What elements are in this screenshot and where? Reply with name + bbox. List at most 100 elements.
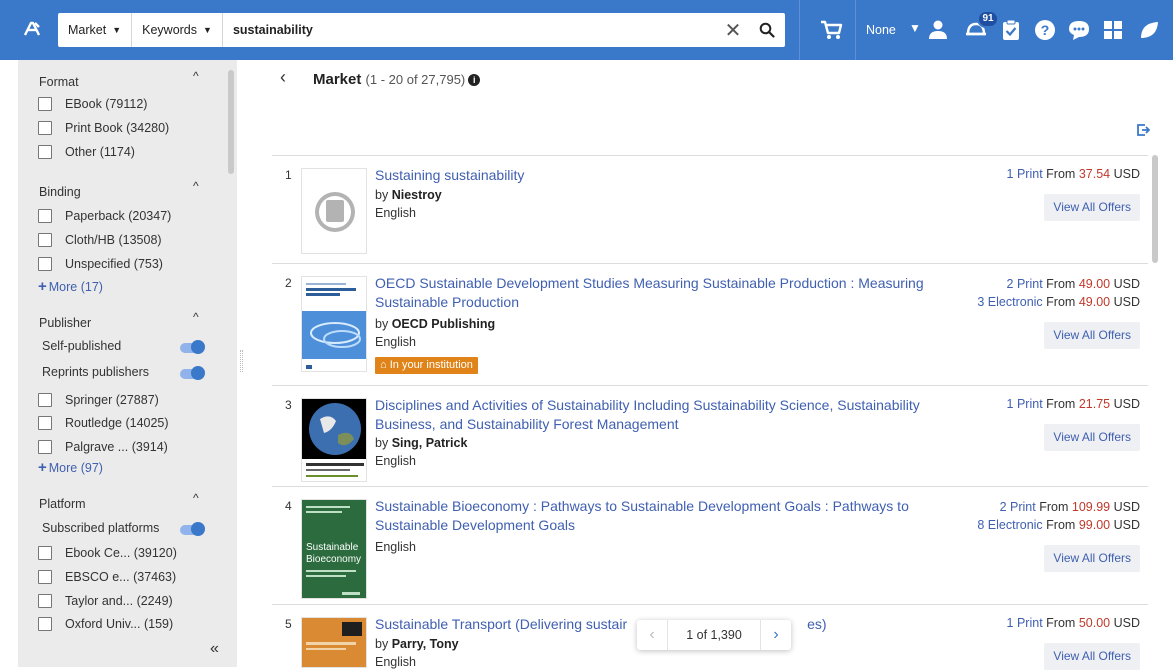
user-icon[interactable] bbox=[925, 17, 951, 43]
app-logo-icon[interactable] bbox=[20, 17, 44, 41]
offer-kind: 2 Print bbox=[1006, 277, 1043, 291]
view-all-offers-button[interactable]: View All Offers bbox=[1044, 545, 1140, 572]
svg-text:?: ? bbox=[1041, 22, 1050, 38]
view-all-offers-button[interactable]: View All Offers bbox=[1044, 643, 1140, 670]
checkbox-platform-ebook-central[interactable] bbox=[38, 546, 52, 560]
resize-handle[interactable] bbox=[240, 350, 243, 372]
offer-kind: 1 Print bbox=[1006, 616, 1043, 630]
checkbox-platform-ebsco[interactable] bbox=[38, 570, 52, 584]
facet-title-platform: Platform bbox=[39, 497, 86, 511]
chevron-down-icon: ▼ bbox=[203, 25, 212, 35]
book-cover-image[interactable] bbox=[301, 276, 367, 372]
chat-icon[interactable] bbox=[1066, 17, 1092, 43]
toolbar-divider bbox=[799, 0, 800, 60]
offer-line[interactable]: 3 Electronic From 49.00 USD bbox=[977, 295, 1140, 309]
leaf-icon[interactable] bbox=[1136, 17, 1162, 43]
result-author: by Sing, Patrick bbox=[375, 435, 960, 452]
facet-label: Unspecified (753) bbox=[65, 257, 163, 271]
book-cover-placeholder[interactable] bbox=[301, 168, 367, 254]
search-input[interactable] bbox=[222, 13, 717, 47]
offer-line[interactable]: 8 Electronic From 99.00 USD bbox=[977, 518, 1140, 532]
sidebar-scrollbar[interactable] bbox=[228, 70, 234, 174]
cart-icon[interactable] bbox=[818, 17, 844, 43]
checkbox-binding-cloth[interactable] bbox=[38, 233, 52, 247]
checkbox-publisher-routledge[interactable] bbox=[38, 416, 52, 430]
facet-title-publisher: Publisher bbox=[39, 316, 92, 330]
plus-icon: + bbox=[38, 459, 47, 476]
chevron-up-icon[interactable]: ^ bbox=[193, 179, 199, 193]
result-row: 4 Sustainable Bioeconomy Sustainable Bio… bbox=[272, 486, 1148, 603]
toolbar-divider bbox=[855, 0, 856, 60]
checkbox-platform-taylor[interactable] bbox=[38, 594, 52, 608]
export-icon[interactable] bbox=[1136, 123, 1151, 137]
view-all-offers-button[interactable]: View All Offers bbox=[1044, 424, 1140, 451]
offer-kind: 3 Electronic bbox=[977, 295, 1043, 309]
chevron-up-icon[interactable]: ^ bbox=[193, 310, 199, 324]
checkbox-platform-oxford[interactable] bbox=[38, 617, 52, 631]
facet-label: Palgrave ... (3914) bbox=[65, 440, 168, 454]
currency: USD bbox=[1113, 500, 1140, 514]
checkbox-binding-paperback[interactable] bbox=[38, 209, 52, 223]
author-name[interactable]: OECD Publishing bbox=[392, 317, 495, 331]
checkbox-publisher-springer[interactable] bbox=[38, 393, 52, 407]
info-icon[interactable]: i bbox=[468, 74, 481, 86]
field-dropdown[interactable]: Keywords ▼ bbox=[132, 13, 223, 47]
collapse-sidebar-icon[interactable]: « bbox=[210, 640, 219, 658]
subscribed-platforms-toggle[interactable] bbox=[180, 522, 205, 536]
result-row: 1 Sustaining sustainability by Niestroy … bbox=[272, 155, 1148, 263]
chevron-up-icon[interactable]: ^ bbox=[193, 69, 199, 83]
book-cover-image[interactable] bbox=[301, 398, 367, 482]
author-name[interactable]: Niestroy bbox=[392, 188, 442, 202]
author-name[interactable]: Sing, Patrick bbox=[392, 436, 468, 450]
book-cover-image[interactable]: Sustainable Bioeconomy bbox=[301, 499, 367, 599]
offer-line[interactable]: 1 Print From 50.00 USD bbox=[1007, 616, 1140, 630]
chevron-up-icon[interactable]: ^ bbox=[193, 491, 199, 505]
checkbox-publisher-palgrave[interactable] bbox=[38, 440, 52, 454]
clipboard-check-icon[interactable] bbox=[998, 17, 1024, 43]
result-range: (1 - 20 of 27,795) bbox=[365, 72, 466, 87]
checkbox-format-ebook[interactable] bbox=[38, 97, 52, 111]
result-row: 2 OECD Sustainable Development Studies M… bbox=[272, 263, 1148, 385]
author-name[interactable]: Parry, Tony bbox=[392, 637, 459, 651]
offer-line[interactable]: 2 Print From 49.00 USD bbox=[1007, 277, 1140, 291]
view-all-offers-button[interactable]: View All Offers bbox=[1044, 322, 1140, 349]
publisher-more-link[interactable]: + More (97) bbox=[38, 459, 103, 476]
result-title-link[interactable]: Disciplines and Activities of Sustainabi… bbox=[375, 396, 960, 434]
checkbox-binding-unspecified[interactable] bbox=[38, 257, 52, 271]
result-language: English bbox=[375, 206, 416, 220]
back-chevron-icon[interactable]: ‹ bbox=[280, 67, 286, 88]
help-icon[interactable]: ? bbox=[1032, 17, 1058, 43]
result-title-link[interactable]: OECD Sustainable Development Studies Mea… bbox=[375, 274, 960, 312]
result-number: 5 bbox=[285, 617, 292, 631]
from-label: From bbox=[1046, 616, 1076, 630]
clear-icon[interactable]: ✕ bbox=[717, 18, 749, 43]
result-title-link[interactable]: Sustaining sustainability bbox=[375, 166, 960, 185]
reprints-publishers-toggle[interactable] bbox=[180, 366, 205, 380]
checkbox-format-print-book[interactable] bbox=[38, 121, 52, 135]
currency: USD bbox=[1113, 277, 1140, 291]
more-label: More (97) bbox=[48, 461, 103, 475]
book-cover-image[interactable] bbox=[301, 617, 367, 668]
offer-line[interactable]: 2 Print From 109.99 USD bbox=[1000, 500, 1140, 514]
scope-dropdown[interactable]: Market ▼ bbox=[58, 13, 133, 47]
offer-line[interactable]: 1 Print From 37.54 USD bbox=[1007, 167, 1140, 181]
chevron-down-icon[interactable]: ▼ bbox=[909, 21, 921, 35]
switch-label: Reprints publishers bbox=[42, 365, 149, 379]
binding-more-link[interactable]: + More (17) bbox=[38, 278, 103, 295]
offer-kind: 8 Electronic bbox=[977, 518, 1043, 532]
previous-page-icon[interactable]: ‹ bbox=[637, 626, 667, 644]
results-scrollbar[interactable] bbox=[1152, 155, 1158, 263]
checkbox-format-other[interactable] bbox=[38, 145, 52, 159]
apps-grid-icon[interactable] bbox=[1100, 17, 1126, 43]
institution-badge[interactable]: ⌂ In your institution bbox=[375, 357, 478, 374]
selection-dropdown[interactable]: None bbox=[866, 23, 896, 37]
offer-line[interactable]: 1 Print From 21.75 USD bbox=[1007, 397, 1140, 411]
search-icon[interactable] bbox=[749, 22, 785, 38]
next-page-icon[interactable]: › bbox=[761, 626, 791, 644]
view-all-offers-button[interactable]: View All Offers bbox=[1044, 194, 1140, 221]
cover-title-text: Sustainable Bioeconomy bbox=[306, 542, 362, 565]
offer-kind: 2 Print bbox=[999, 500, 1036, 514]
result-title-link[interactable]: Sustainable Bioeconomy : Pathways to Sus… bbox=[375, 497, 960, 535]
result-number: 1 bbox=[285, 168, 292, 182]
self-published-toggle[interactable] bbox=[180, 340, 205, 354]
